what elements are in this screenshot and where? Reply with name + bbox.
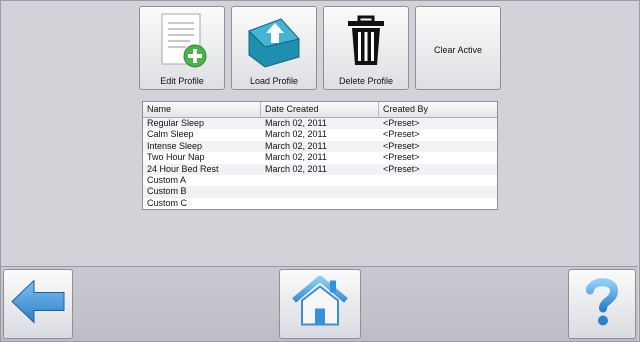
table-row[interactable]: Custom A: [143, 175, 497, 186]
document-add-icon: [152, 11, 212, 76]
table-row[interactable]: Custom B: [143, 186, 497, 198]
cell-date-created: March 02, 2011: [265, 140, 327, 151]
table-row[interactable]: Two Hour Nap March 02, 2011 <Preset>: [143, 152, 497, 163]
cell-date-created: March 02, 2011: [265, 163, 327, 174]
clear-active-label: Clear Active: [433, 45, 483, 55]
cell-date-created: March 02, 2011: [265, 129, 327, 140]
cell-created-by: [379, 175, 497, 186]
clear-active-button[interactable]: Clear Active: [415, 6, 501, 90]
back-arrow-icon: [8, 277, 68, 332]
table-body: Regular Sleep March 02, 2011 <Preset> Ca…: [143, 118, 497, 209]
cell-date-created: March 02, 2011: [265, 152, 327, 163]
table-row[interactable]: Intense Sleep March 02, 2011 <Preset>: [143, 140, 497, 153]
cell-created-by: <Preset>: [383, 118, 420, 128]
home-icon: [290, 275, 350, 334]
delete-profile-label: Delete Profile: [338, 76, 394, 86]
edit-profile-label: Edit Profile: [160, 76, 204, 86]
table-row[interactable]: Regular Sleep March 02, 2011 <Preset>: [143, 118, 497, 130]
cell-name: Custom B: [147, 186, 187, 197]
cell-date-created: [261, 186, 379, 197]
column-header-created-by[interactable]: Created By: [379, 102, 497, 117]
folder-upload-icon: [241, 11, 307, 76]
cell-date-created: [261, 175, 379, 186]
cell-name: Custom A: [147, 174, 187, 185]
cell-name: Custom C: [147, 197, 188, 208]
table-row[interactable]: Calm Sleep March 02, 2011 <Preset>: [143, 129, 497, 140]
load-profile-button[interactable]: Load Profile: [231, 6, 317, 90]
cell-created-by: [379, 186, 497, 197]
cell-created-by: [379, 198, 497, 209]
cell-date-created: March 02, 2011: [265, 118, 327, 128]
profiles-table: Name Date Created Created By Regular Sle…: [142, 101, 498, 210]
column-header-name[interactable]: Name: [143, 102, 261, 117]
help-button[interactable]: [568, 269, 636, 339]
delete-profile-button[interactable]: Delete Profile: [323, 6, 409, 90]
cell-name: 24 Hour Bed Rest: [147, 163, 219, 174]
cell-name: Calm Sleep: [147, 129, 194, 140]
home-button[interactable]: [279, 269, 361, 339]
cell-created-by: <Preset>: [383, 140, 420, 151]
column-header-date-created[interactable]: Date Created: [261, 102, 379, 117]
cell-name: Two Hour Nap: [147, 152, 205, 163]
table-row[interactable]: Custom C: [143, 198, 497, 209]
table-header: Name Date Created Created By: [143, 102, 497, 118]
help-icon: [582, 275, 622, 334]
trash-icon: [344, 11, 388, 74]
bottom-nav-bar: [1, 266, 638, 341]
cell-created-by: <Preset>: [383, 163, 420, 174]
cell-name: Regular Sleep: [147, 118, 205, 128]
back-button[interactable]: [3, 269, 73, 339]
cell-created-by: <Preset>: [383, 152, 420, 163]
cell-date-created: [261, 198, 379, 209]
edit-profile-button[interactable]: Edit Profile: [139, 6, 225, 90]
load-profile-label: Load Profile: [249, 76, 299, 86]
table-row[interactable]: 24 Hour Bed Rest March 02, 2011 <Preset>: [143, 163, 497, 175]
cell-name: Intense Sleep: [147, 140, 203, 151]
cell-created-by: <Preset>: [383, 129, 420, 140]
